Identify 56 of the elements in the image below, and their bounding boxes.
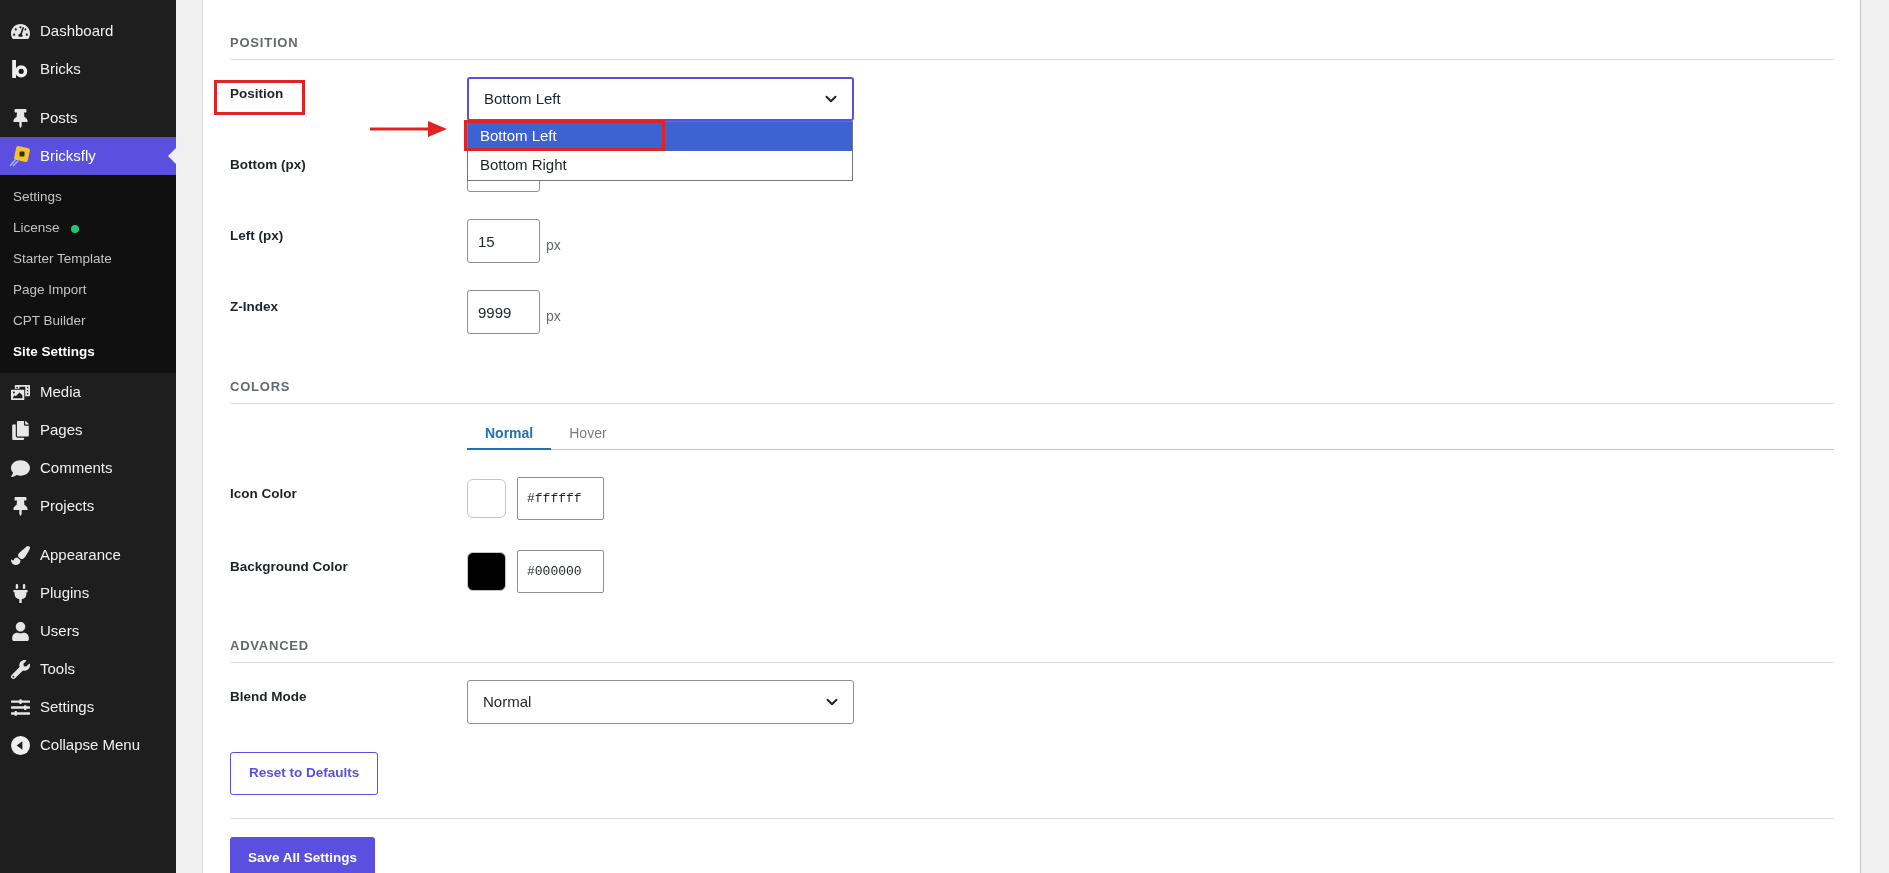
gauge-icon [10,21,30,41]
unit-label: px [546,235,561,255]
tab[interactable]: Hover [551,415,625,450]
paintbrush-icon [10,545,30,565]
color-swatch-icon[interactable] [467,552,506,591]
circle-arrow-left-icon [10,735,30,755]
unit-label: px [546,306,561,326]
section-heading: ADVANCED [230,637,309,655]
speech-bubble-icon [10,458,30,478]
user-icon [10,621,30,641]
sidebar-item[interactable]: Plugins [0,574,176,612]
plug-icon [10,583,30,603]
documents-icon [10,420,30,440]
b-logo-icon [12,60,28,78]
submenu-item[interactable]: Starter Template [0,244,176,275]
dropdown-select[interactable]: Normal [467,680,854,724]
sidebar-item[interactable]: Bricksfly [0,137,176,175]
tab[interactable]: Normal [467,415,552,450]
sidebar-item[interactable]: Comments [0,449,176,487]
hex-input[interactable]: #ffffff [517,477,604,520]
photo-video-icon [10,382,30,402]
section-heading: POSITION [230,34,299,52]
sidebar-item[interactable]: Media [0,373,176,411]
submenu-item[interactable]: Site Settings [0,337,176,368]
sidebar-item[interactable]: Projects [0,487,176,525]
save-button[interactable]: Save All Settings [230,837,376,873]
sidebar-item[interactable]: Pages [0,411,176,449]
sidebar-item[interactable]: Posts [0,99,176,137]
sidebar-item[interactable]: Settings [0,688,176,726]
number-input[interactable]: 15 [467,219,540,263]
wrench-icon [10,659,30,679]
sidebar-item[interactable]: Users [0,612,176,650]
number-input[interactable]: 9999 [467,290,540,334]
field-label: Background Color [230,558,348,576]
submenu-item[interactable]: CPT Builder [0,306,176,337]
sidebar-item[interactable]: Dashboard [0,12,176,50]
sidebar-item[interactable]: Bricks [0,50,176,88]
field-label: Position [230,85,284,103]
field-label: Bottom (px) [230,156,306,174]
sidebar-item[interactable]: Appearance [0,536,176,574]
collapse-menu-button[interactable]: Collapse Menu [0,726,176,764]
dropdown-select[interactable]: Bottom Left [467,77,854,121]
submenu-item[interactable]: Page Import [0,275,176,306]
reset-button[interactable]: Reset to Defaults [230,752,379,795]
color-swatch-icon[interactable] [467,479,506,518]
sliders-icon [10,697,30,717]
field-label: Left (px) [230,227,284,245]
hex-input[interactable]: #000000 [517,550,604,593]
sidebar-item[interactable]: Tools [0,650,176,688]
field-label: Z-Index [230,298,278,316]
submenu-item[interactable]: Settings [0,182,176,213]
field-label: Blend Mode [230,688,307,706]
submenu-item[interactable]: License [0,213,176,244]
section-heading: COLORS [230,378,291,396]
square-logo-icon [9,145,31,167]
field-label: Icon Color [230,485,297,503]
